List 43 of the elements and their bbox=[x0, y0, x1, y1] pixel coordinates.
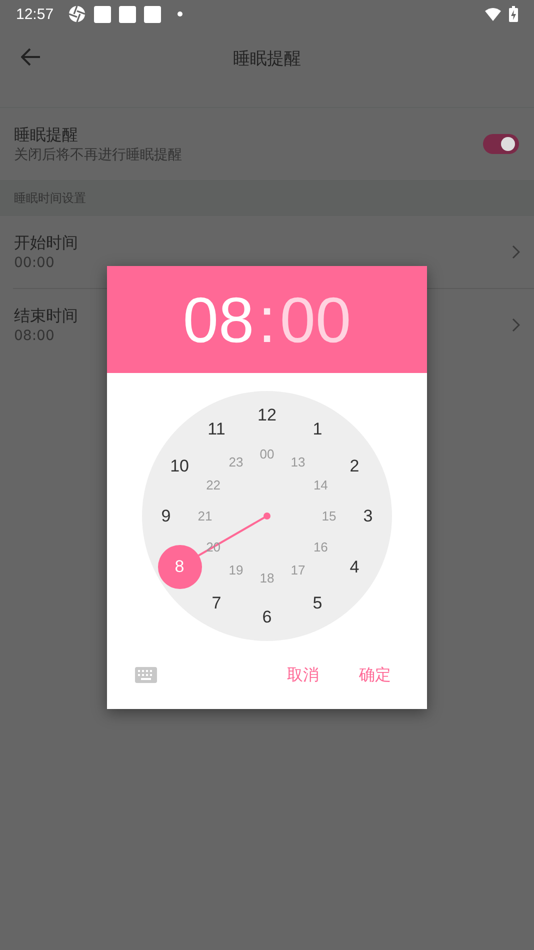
cancel-button[interactable]: 取消 bbox=[279, 658, 327, 692]
keyboard-icon[interactable] bbox=[135, 667, 157, 683]
clock-number[interactable]: 12 bbox=[258, 406, 276, 424]
clock-number[interactable]: 3 bbox=[363, 508, 373, 524]
clock-number[interactable]: 18 bbox=[260, 572, 274, 584]
clock-number[interactable]: 00 bbox=[260, 448, 274, 460]
clock-number[interactable]: 4 bbox=[350, 558, 360, 575]
clock-number[interactable]: 14 bbox=[313, 478, 328, 492]
clock-number[interactable]: 5 bbox=[312, 594, 322, 612]
setting-title: 开始时间 bbox=[14, 232, 78, 254]
confirm-button[interactable]: 确定 bbox=[351, 658, 399, 692]
notification-icon bbox=[94, 6, 111, 22]
clock-hand[interactable] bbox=[198, 512, 270, 556]
clock-number[interactable]: 1 bbox=[312, 420, 322, 438]
aperture-icon bbox=[68, 5, 86, 23]
clock-number[interactable]: 15 bbox=[322, 510, 336, 522]
clock-time: 12:57 bbox=[16, 6, 54, 22]
battery-icon bbox=[509, 6, 518, 22]
clock-number[interactable]: 6 bbox=[262, 608, 272, 626]
clock-number[interactable]: 2 bbox=[350, 457, 360, 474]
notification-icon bbox=[118, 6, 136, 22]
clock-number[interactable]: 16 bbox=[313, 540, 328, 554]
clock-number[interactable]: 7 bbox=[212, 594, 222, 612]
dot-icon bbox=[176, 11, 183, 17]
toggle-switch[interactable] bbox=[483, 134, 519, 154]
clock-number[interactable]: 11 bbox=[208, 420, 226, 438]
chevron-icon bbox=[512, 318, 520, 332]
wifi-icon bbox=[485, 8, 501, 20]
setting-title: 结束时间 bbox=[14, 305, 78, 327]
clock-number[interactable]: 13 bbox=[290, 456, 306, 469]
clock-number[interactable]: 9 bbox=[161, 508, 171, 524]
selected-hour[interactable]: 8 bbox=[158, 544, 202, 588]
clock-number[interactable]: 23 bbox=[228, 456, 244, 469]
clock-number[interactable]: 21 bbox=[198, 510, 212, 522]
notification-icon bbox=[144, 6, 161, 22]
back-icon[interactable] bbox=[21, 48, 41, 66]
clock-number[interactable]: 22 bbox=[206, 478, 221, 492]
chevron-icon bbox=[512, 245, 520, 259]
setting-title: 睡眠提醒 bbox=[14, 124, 78, 146]
clock-number[interactable]: 19 bbox=[228, 563, 244, 576]
page-title: 睡眠提醒 bbox=[233, 48, 301, 70]
clock-number[interactable]: 17 bbox=[290, 563, 306, 576]
clock-number[interactable]: 10 bbox=[170, 457, 189, 474]
